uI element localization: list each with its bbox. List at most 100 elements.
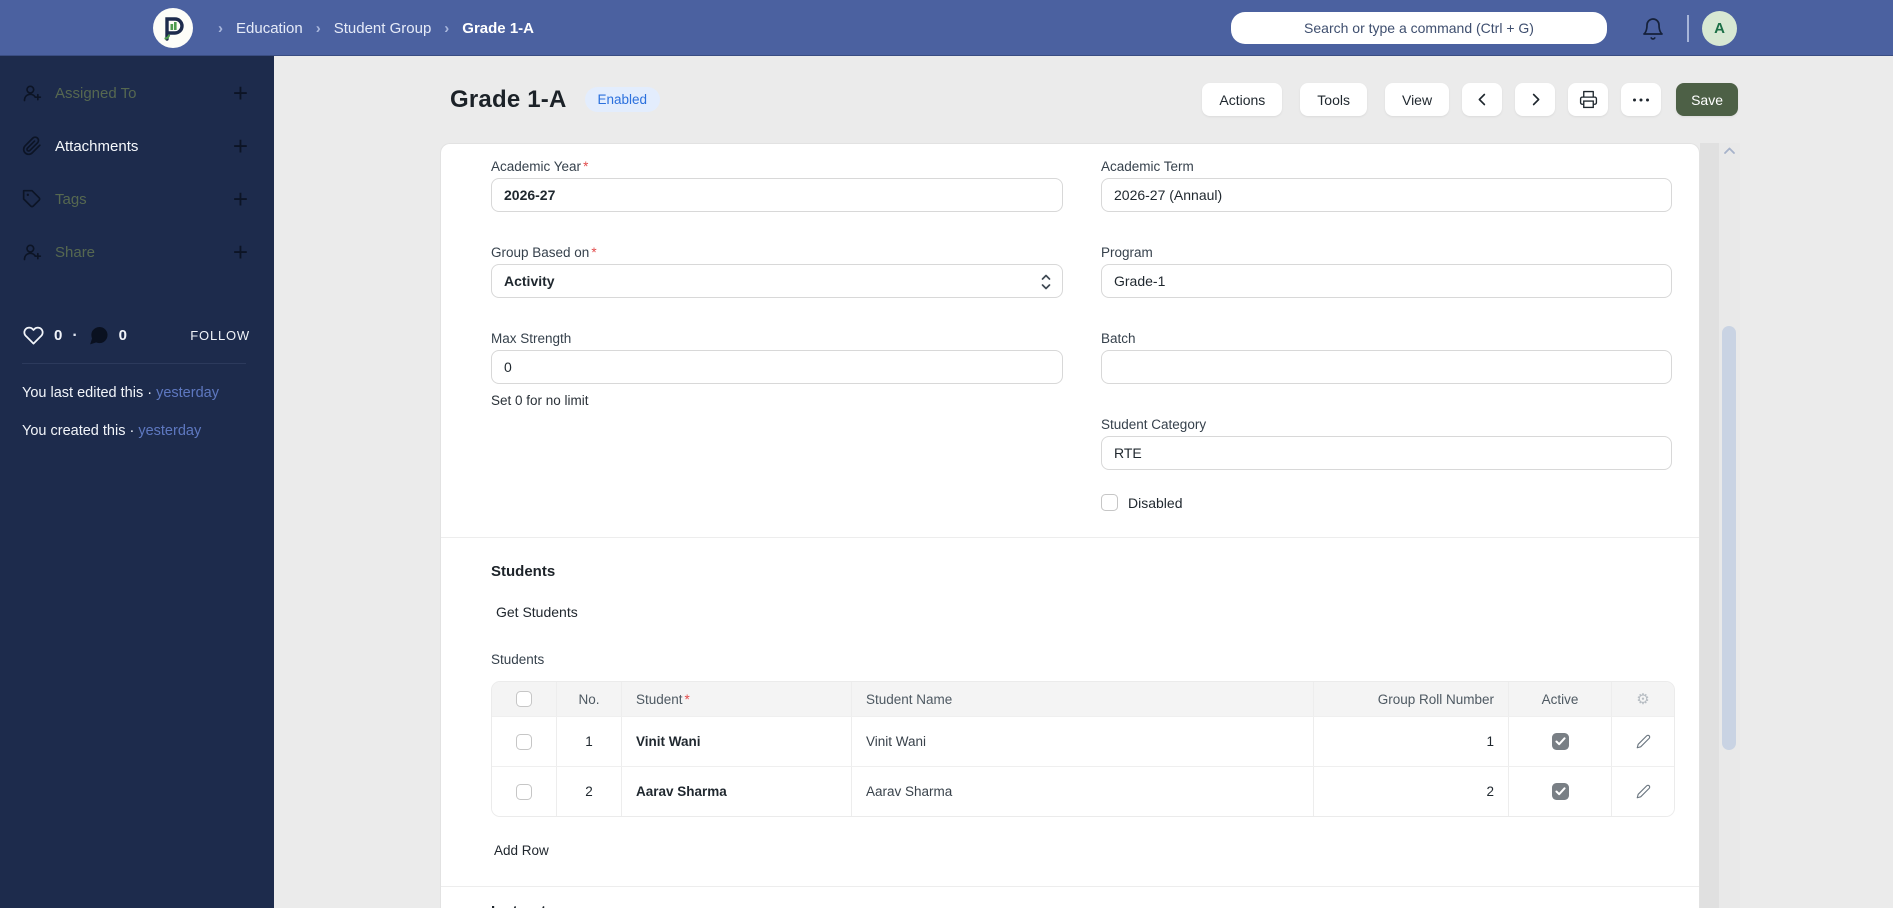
student-name-cell: Aarav Sharma — [851, 767, 1313, 816]
students-grid-label: Students — [491, 652, 545, 667]
header-active: Active — [1508, 682, 1611, 716]
group-based-on-select[interactable]: Activity — [491, 264, 1063, 298]
add-share-button[interactable]: + — [231, 239, 250, 265]
students-section: Students Get Students Students No. Stude… — [441, 538, 1699, 887]
add-assignment-button[interactable]: + — [231, 80, 250, 106]
field-label-student-category: Student Category — [1101, 417, 1207, 432]
last-edited-time-link[interactable]: yesterday — [156, 385, 219, 401]
actions-button[interactable]: Actions — [1202, 83, 1283, 116]
sidebar-item-share[interactable]: Share + — [22, 235, 250, 269]
page-actions: Actions Tools View Save — [1184, 83, 1738, 116]
sidebar-item-label: Assigned To — [55, 84, 137, 102]
edit-row-button[interactable] — [1636, 734, 1651, 749]
prev-document-button[interactable] — [1462, 83, 1503, 116]
student-cell[interactable]: Vinit Wani — [621, 717, 851, 766]
group-based-on-value: Activity — [504, 273, 555, 289]
breadcrumb-grade-1a[interactable]: Grade 1-A — [462, 20, 534, 37]
sidebar-item-label: Tags — [55, 190, 87, 208]
more-menu-button[interactable] — [1621, 83, 1662, 116]
field-label-batch: Batch — [1101, 331, 1136, 346]
header-group-roll-number: Group Roll Number — [1313, 682, 1508, 716]
get-students-button[interactable]: Get Students — [494, 602, 580, 622]
group-roll-number-cell: 1 — [1313, 717, 1508, 766]
select-caret-icon — [1041, 274, 1051, 290]
batch-input[interactable] — [1101, 350, 1672, 384]
heart-icon[interactable] — [22, 325, 45, 346]
sidebar-item-tags[interactable]: Tags + — [22, 182, 250, 216]
table-row[interactable]: 2 Aarav Sharma Aarav Sharma 2 — [492, 766, 1674, 816]
required-marker: * — [591, 245, 597, 260]
sidebar-item-assigned-to[interactable]: Assigned To + — [22, 76, 250, 110]
created-time-link[interactable]: yesterday — [138, 423, 201, 439]
created-info: You created this · yesterday — [22, 419, 234, 444]
logo-glyph — [164, 17, 184, 41]
field-label-academic-term: Academic Term — [1101, 159, 1194, 174]
sidebar-item-label: Attachments — [55, 137, 139, 155]
page-scrollbar[interactable] — [1719, 143, 1740, 908]
edit-row-button[interactable] — [1636, 784, 1651, 799]
select-all-checkbox[interactable] — [516, 691, 532, 707]
last-edited-info: You last edited this · yesterday — [22, 381, 234, 406]
header-student-name: Student Name — [851, 682, 1313, 716]
next-document-button[interactable] — [1515, 83, 1556, 116]
scrollbar-thumb[interactable] — [1722, 326, 1736, 750]
bell-icon — [1643, 18, 1663, 40]
notifications-bell-button[interactable] — [1641, 15, 1669, 43]
share-user-icon — [23, 244, 42, 261]
field-label-program: Program — [1101, 245, 1153, 260]
active-checkbox[interactable] — [1551, 783, 1569, 800]
row-number: 1 — [556, 717, 621, 766]
row-select-checkbox[interactable] — [516, 733, 532, 750]
student-name-cell: Vinit Wani — [851, 717, 1313, 766]
academic-term-input[interactable] — [1101, 178, 1672, 212]
table-row[interactable]: 1 Vinit Wani Vinit Wani 1 — [492, 716, 1674, 766]
add-row-button[interactable]: Add Row — [494, 843, 549, 858]
gear-icon: ⚙ — [1636, 691, 1650, 708]
tag-icon — [22, 189, 41, 208]
assign-user-icon — [23, 85, 42, 102]
students-table: No. Student * Student Name Group Roll Num… — [491, 681, 1675, 817]
active-checkbox[interactable] — [1551, 733, 1569, 750]
view-button[interactable]: View — [1384, 83, 1450, 116]
max-strength-input[interactable] — [491, 350, 1063, 384]
students-section-heading: Students — [491, 563, 556, 580]
comments-count: 0 — [118, 327, 128, 344]
add-tag-button[interactable]: + — [231, 186, 250, 212]
scroll-up-arrow-icon[interactable] — [1723, 146, 1736, 156]
header-settings-cell[interactable]: ⚙ — [1611, 682, 1674, 716]
student-category-input[interactable] — [1101, 436, 1672, 470]
last-edited-label: You last edited this · — [22, 385, 153, 401]
disabled-checkbox[interactable] — [1101, 494, 1118, 511]
chevron-right-icon: › — [444, 19, 450, 37]
global-search-input[interactable] — [1231, 12, 1607, 44]
pencil-icon — [1636, 734, 1650, 749]
created-label: You created this · — [22, 423, 135, 440]
program-input[interactable] — [1101, 264, 1672, 298]
academic-year-input[interactable] — [491, 178, 1063, 212]
user-avatar[interactable]: A — [1702, 11, 1737, 46]
table-header-row: No. Student * Student Name Group Roll Num… — [492, 682, 1674, 716]
disabled-checkbox-row[interactable]: Disabled — [1101, 494, 1672, 511]
sidebar-item-attachments[interactable]: Attachments + — [22, 129, 250, 163]
tools-button[interactable]: Tools — [1300, 83, 1367, 116]
field-label-academic-year: Academic Year * — [491, 159, 589, 174]
ellipsis-icon — [1633, 98, 1650, 101]
header-no: No. — [556, 682, 621, 716]
follow-button[interactable]: FOLLOW — [190, 328, 250, 343]
breadcrumb-student-group[interactable]: Student Group — [334, 20, 432, 37]
breadcrumb: › Education › Student Group › Grade 1-A — [218, 0, 534, 56]
disabled-checkbox-label: Disabled — [1128, 494, 1183, 511]
app-logo-icon[interactable] — [153, 8, 193, 48]
comment-bubble-icon[interactable] — [88, 325, 110, 346]
section-heading-instructors: Instructors — [491, 903, 1699, 908]
row-select-checkbox[interactable] — [516, 783, 532, 800]
student-cell[interactable]: Aarav Sharma — [621, 767, 851, 816]
breadcrumb-education[interactable]: Education — [236, 20, 303, 37]
add-attachment-button[interactable]: + — [231, 133, 250, 159]
likes-count: 0 — [54, 327, 63, 344]
print-button[interactable] — [1568, 83, 1609, 116]
sidebar-item-label: Share — [55, 243, 96, 261]
save-button[interactable]: Save — [1676, 83, 1738, 116]
document-follow-bar: 0 · 0 FOLLOW — [22, 325, 250, 346]
group-roll-number-cell: 2 — [1313, 767, 1508, 816]
